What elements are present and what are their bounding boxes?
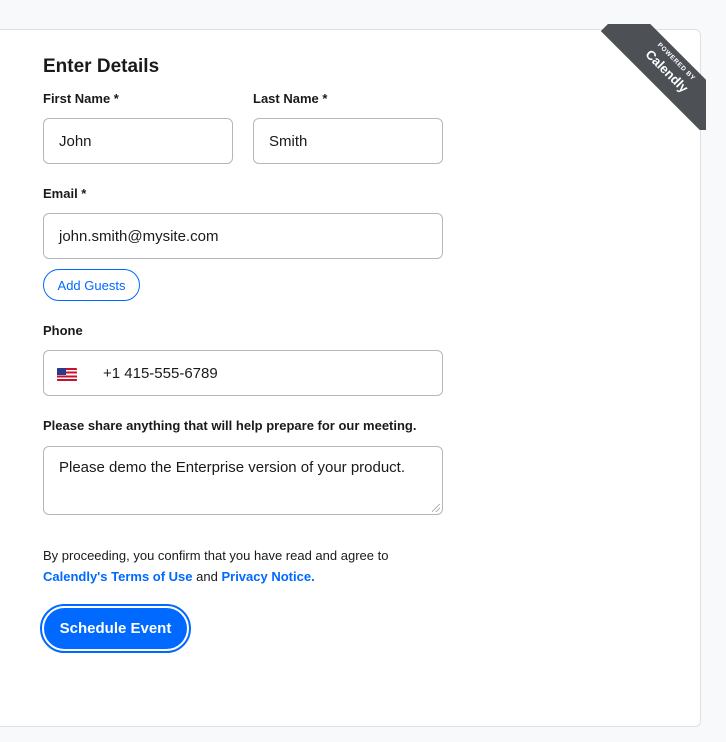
last-name-field[interactable]: Smith: [253, 118, 443, 164]
email-value: john.smith@mysite.com: [59, 227, 219, 245]
consent-and: and: [196, 569, 218, 584]
powered-by-ribbon[interactable]: POWERED BY Calendly: [600, 24, 706, 130]
last-name-value: Smith: [269, 132, 308, 150]
notes-label: Please share anything that will help pre…: [43, 418, 417, 433]
page-title: Enter Details: [43, 56, 160, 77]
us-flag-icon[interactable]: [57, 368, 77, 381]
add-guests-button[interactable]: Add Guests: [43, 269, 140, 301]
phone-field[interactable]: +1 415-555-6789: [43, 350, 443, 396]
notes-textarea[interactable]: Please demo the Enterprise version of yo…: [43, 446, 443, 515]
schedule-event-button[interactable]: Schedule Event: [44, 608, 187, 649]
resize-grip-icon[interactable]: [432, 504, 440, 512]
first-name-label: First Name *: [43, 91, 119, 106]
schedule-event-focus-ring: Schedule Event: [40, 604, 191, 653]
privacy-notice-link[interactable]: Privacy Notice.: [221, 569, 314, 584]
consent-text: By proceeding, you confirm that you have…: [43, 545, 463, 587]
email-label: Email *: [43, 186, 87, 201]
notes-value: Please demo the Enterprise version of yo…: [59, 459, 406, 476]
phone-label: Phone: [43, 323, 83, 338]
first-name-value: John: [59, 132, 92, 150]
first-name-field[interactable]: John: [43, 118, 233, 164]
terms-of-use-link[interactable]: Calendly's Terms of Use: [43, 569, 193, 584]
email-field[interactable]: john.smith@mysite.com: [43, 213, 443, 259]
phone-value: +1 415-555-6789: [103, 364, 218, 382]
consent-prefix: By proceeding, you confirm that you have…: [43, 548, 389, 563]
last-name-label: Last Name *: [253, 91, 328, 106]
